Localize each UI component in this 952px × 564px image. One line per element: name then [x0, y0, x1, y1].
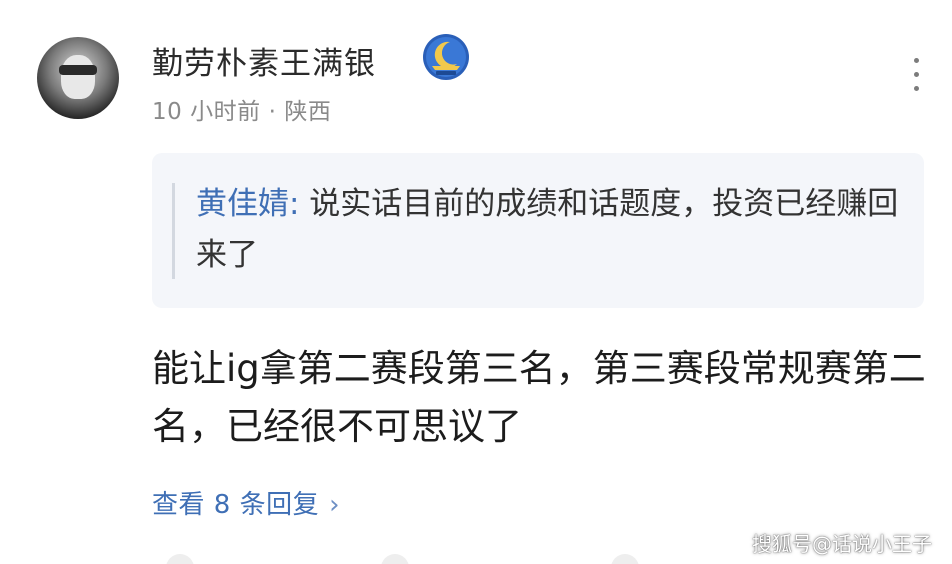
meta-separator: ·	[268, 99, 277, 125]
quote-bar	[172, 183, 175, 279]
quote-author[interactable]: 黄佳婧:	[196, 186, 299, 222]
view-replies-label: 查看 8 条回复	[152, 490, 320, 520]
comment-time: 10 小时前	[152, 99, 261, 125]
avatar[interactable]	[37, 37, 119, 119]
comment-body: 能让ig拿第二赛段第三名，第三赛段常规赛第二名，已经很不可思议了	[152, 347, 926, 448]
quoted-comment[interactable]: 黄佳婧: 说实话目前的成绩和话题度，投资已经赚回来了	[152, 153, 924, 308]
moon-badge-icon	[423, 34, 469, 80]
comment-meta: 10 小时前 · 陕西	[152, 92, 331, 126]
username[interactable]: 勤劳朴素王满银	[152, 38, 376, 83]
quote-content: 说实话目前的成绩和话题度，投资已经赚回来了	[196, 186, 899, 273]
watermark: 搜狐号@话说小王子	[752, 532, 932, 556]
chevron-right-icon: ›	[329, 490, 340, 520]
more-vertical-icon[interactable]	[909, 58, 923, 100]
next-comment-avatars-cropped	[166, 554, 639, 564]
avatar-face	[61, 55, 95, 99]
avatar-headband	[59, 65, 97, 75]
comment-location: 陕西	[284, 99, 332, 125]
quote-text: 黄佳婧: 说实话目前的成绩和话题度，投资已经赚回来了	[196, 179, 906, 281]
view-replies-link[interactable]: 查看 8 条回复 ›	[152, 484, 340, 521]
